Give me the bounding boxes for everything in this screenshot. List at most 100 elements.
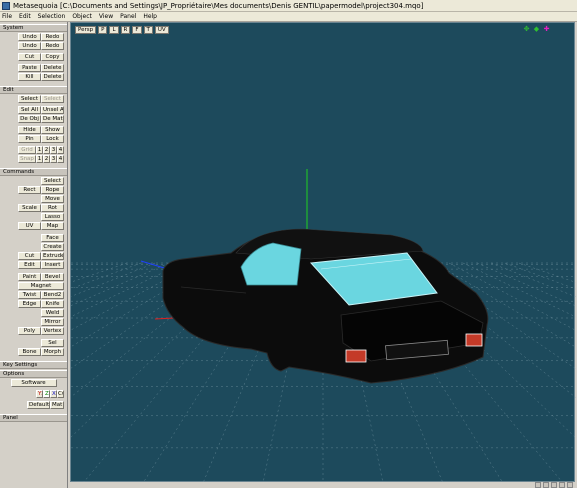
uv-tool-button[interactable]: UV	[18, 222, 41, 230]
snap-3-button[interactable]: 3	[50, 155, 57, 163]
weld-tool-button[interactable]: Weld	[41, 309, 64, 317]
knife-tool-button[interactable]: Knife	[41, 300, 64, 308]
edge-tool-button[interactable]: Edge	[18, 300, 41, 308]
select-button-2[interactable]: Select	[41, 95, 64, 103]
axis-cw-button[interactable]: Cw	[57, 390, 64, 398]
status-icon-3[interactable]	[551, 482, 557, 488]
r-view-button[interactable]: R	[120, 26, 131, 34]
paint-tool-button[interactable]: Paint	[18, 273, 41, 281]
grid-button[interactable]: Grid	[18, 146, 36, 154]
rope-select-button[interactable]: Rope	[41, 186, 64, 194]
grid-line	[518, 262, 576, 283]
axis-zx-button[interactable]: ZX	[43, 390, 50, 398]
status-icon-2[interactable]	[543, 482, 549, 488]
copy-button[interactable]: Copy	[41, 53, 64, 61]
axis-xy-button[interactable]: XY	[50, 390, 57, 398]
window-title: Metasequoia [C:\Documents and Settings\J…	[13, 1, 424, 10]
grid-3-button[interactable]: 3	[50, 146, 57, 154]
cut-tool-button[interactable]: Cut	[18, 252, 41, 260]
unselect-all-button[interactable]: Unsel All	[41, 106, 64, 114]
delete-button-2[interactable]: Delete	[41, 73, 64, 81]
lasso-tool-button[interactable]: Lasso	[41, 213, 64, 221]
axis-yz-button[interactable]: YZ	[36, 390, 43, 398]
undo-button[interactable]: Undo	[18, 33, 41, 41]
material-button[interactable]: Mat	[50, 401, 64, 409]
3d-scene	[71, 169, 576, 483]
map-tool-button[interactable]: Map	[41, 222, 64, 230]
select-tool-button[interactable]: Select	[41, 177, 64, 185]
move-icon[interactable]: ✥	[523, 26, 530, 33]
sel-tool-button[interactable]: Sel	[41, 339, 64, 347]
grid-2-button[interactable]: 2	[43, 146, 50, 154]
magnet-tool-button[interactable]: Magnet	[18, 282, 64, 290]
grid-line	[462, 262, 576, 318]
software-button[interactable]: Software	[10, 379, 57, 387]
p-view-button[interactable]: P	[98, 26, 108, 34]
deselect-object-button[interactable]: De Obj	[18, 115, 41, 123]
morph-tool-button[interactable]: Morph	[41, 348, 64, 356]
status-icon-4[interactable]	[559, 482, 565, 488]
persp-view-button[interactable]: Persp	[75, 26, 97, 34]
lock-button[interactable]: Lock	[41, 135, 64, 143]
select-button[interactable]: Select	[18, 95, 41, 103]
menu-panel[interactable]: Panel	[120, 13, 136, 20]
grid-4-button[interactable]: 4	[57, 146, 64, 154]
menu-edit[interactable]: Edit	[19, 13, 31, 20]
snap-4-button[interactable]: 4	[57, 155, 64, 163]
delete-button[interactable]: Delete	[41, 64, 64, 72]
paste-button[interactable]: Paste	[18, 64, 41, 72]
select-all-button[interactable]: Sel All	[18, 106, 41, 114]
edit-tool-button[interactable]: Edit	[18, 261, 41, 269]
deselect-material-button[interactable]: De Mat	[41, 115, 64, 123]
status-icon-1[interactable]	[535, 482, 541, 488]
redo-button[interactable]: Redo	[41, 33, 64, 41]
bone-tool-button[interactable]: Bone	[18, 348, 41, 356]
face-tool-button[interactable]: Face	[41, 234, 64, 242]
cut-button[interactable]: Cut	[18, 53, 41, 61]
scale-tool-button[interactable]: Scale	[18, 204, 41, 212]
options-section-title: Options	[0, 370, 67, 378]
3d-viewport[interactable]: Persp P L R F T UV ✥ ◆ ✚	[70, 22, 576, 483]
undo-button-2[interactable]: Undo	[18, 42, 41, 50]
uv-view-button[interactable]: UV	[154, 26, 169, 34]
twist-tool-button[interactable]: Twist	[18, 291, 41, 299]
grid-line	[71, 262, 128, 283]
viewport-toolbar: Persp P L R F T UV	[75, 26, 169, 34]
poly-tool-button[interactable]: Poly	[18, 327, 41, 335]
pin-button[interactable]: Pin	[18, 135, 41, 143]
mirror-tool-button[interactable]: Mirror	[41, 318, 64, 326]
snap-button[interactable]: Snap	[18, 155, 36, 163]
rect-select-button[interactable]: Rect	[18, 186, 41, 194]
redo-button-2[interactable]: Redo	[41, 42, 64, 50]
move-tool-button[interactable]: Move	[41, 195, 64, 203]
bevel-tool-button[interactable]: Bevel	[41, 273, 64, 281]
f-view-button[interactable]: F	[132, 26, 142, 34]
show-button[interactable]: Show	[41, 126, 64, 134]
grid-line	[71, 262, 142, 290]
menu-selection[interactable]: Selection	[38, 13, 66, 20]
default-button[interactable]: Default	[27, 401, 50, 409]
snap-1-button[interactable]: 1	[36, 155, 43, 163]
grid-line	[476, 262, 576, 307]
grid-1-button[interactable]: 1	[36, 146, 43, 154]
kill-button[interactable]: Kill	[18, 73, 41, 81]
t-view-button[interactable]: T	[143, 26, 153, 34]
extrude-tool-button[interactable]: Extrude	[41, 252, 64, 260]
menu-help[interactable]: Help	[143, 13, 157, 20]
status-icon-5[interactable]	[567, 482, 573, 488]
menu-file[interactable]: File	[2, 13, 12, 20]
scale-icon[interactable]: ✚	[543, 26, 550, 33]
menu-view[interactable]: View	[99, 13, 113, 20]
grid-line	[490, 262, 576, 298]
rotate-tool-button[interactable]: Rot	[41, 204, 64, 212]
create-tool-button[interactable]: Create	[41, 243, 64, 251]
menu-object[interactable]: Object	[72, 13, 92, 20]
l-view-button[interactable]: L	[109, 26, 119, 34]
vertex-tool-button[interactable]: Vertex	[41, 327, 64, 335]
menu-bar: File Edit Selection Object View Panel He…	[0, 12, 577, 22]
insert-tool-button[interactable]: Insert	[41, 261, 64, 269]
rotate-icon[interactable]: ◆	[533, 26, 540, 33]
snap-2-button[interactable]: 2	[43, 155, 50, 163]
hide-button[interactable]: Hide	[18, 126, 41, 134]
bend-tool-button[interactable]: Bend2	[41, 291, 64, 299]
